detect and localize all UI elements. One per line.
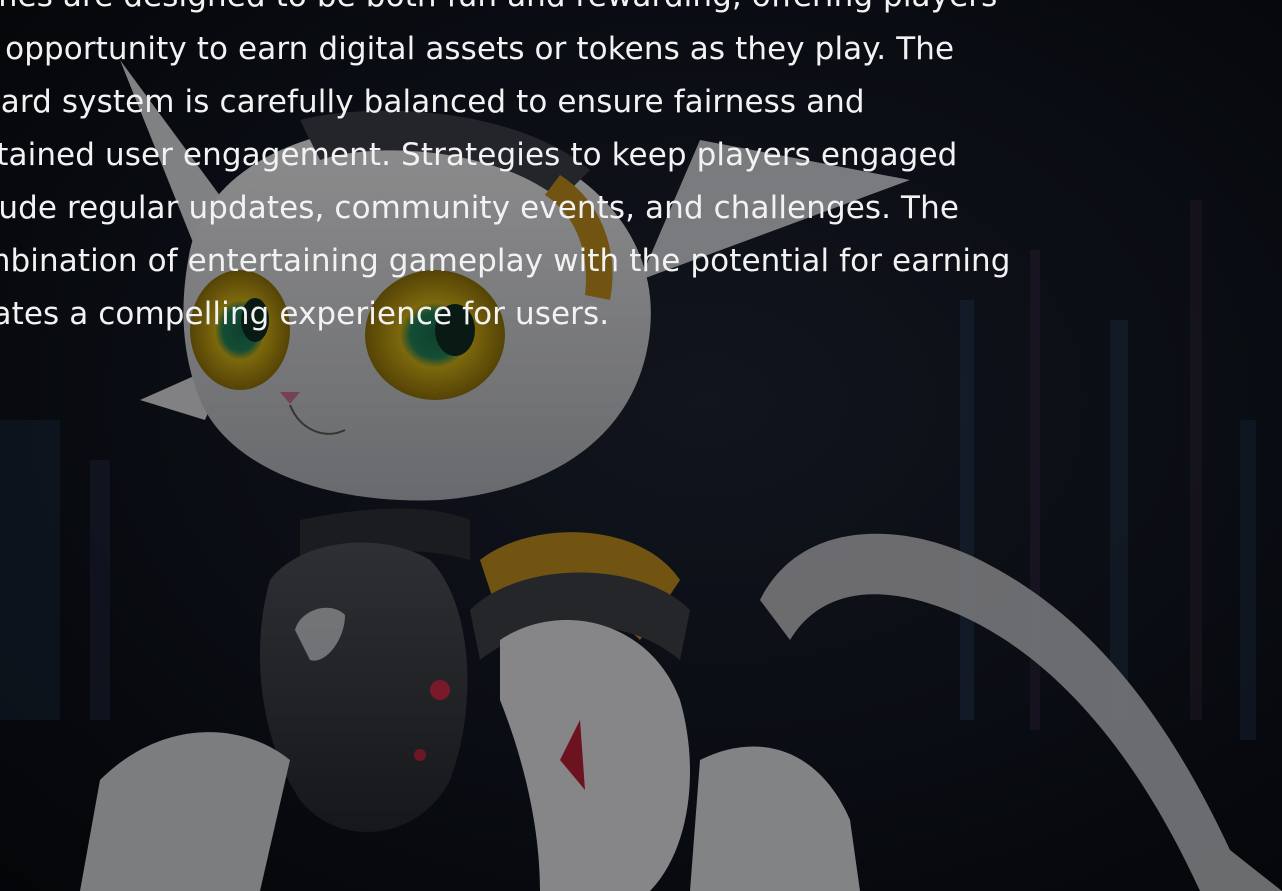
slide-canvas: Games are designed to be both fun and re… (0, 0, 1282, 891)
paragraph-line-4: sustained user engagement. Strategies to… (0, 137, 958, 173)
paragraph-line-5: include regular updates, community event… (0, 190, 960, 226)
body-paragraph: Games are designed to be both fun and re… (0, 0, 1274, 341)
paragraph-line-7: creates a compelling experience for user… (0, 296, 610, 332)
paragraph-line-3: reward system is carefully balanced to e… (0, 84, 865, 120)
paragraph-line-2: the opportunity to earn digital assets o… (0, 31, 955, 67)
paragraph-line-1: Games are designed to be both fun and re… (0, 0, 1274, 23)
paragraph-line-6: combination of entertaining gameplay wit… (0, 243, 1011, 279)
